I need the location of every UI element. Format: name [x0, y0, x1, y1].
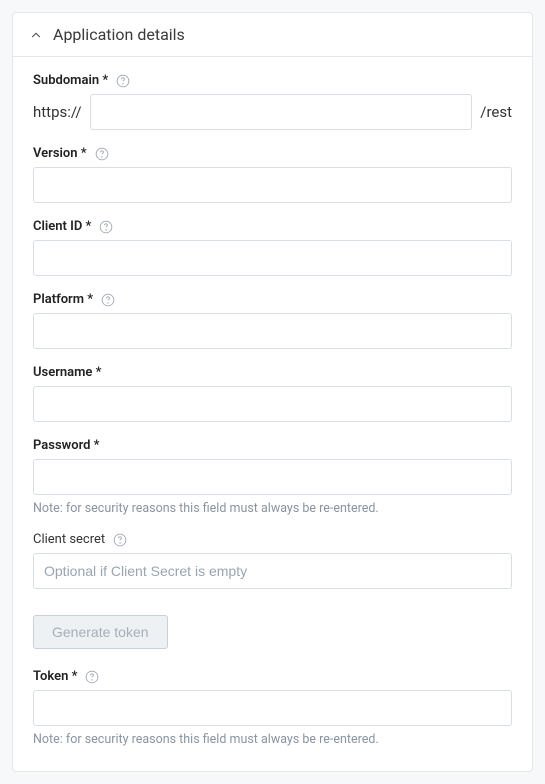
client-id-field: Client ID *	[33, 219, 512, 276]
client-id-input[interactable]	[33, 240, 512, 276]
chevron-up-icon	[29, 28, 43, 42]
help-icon[interactable]	[85, 670, 99, 684]
platform-label: Platform *	[33, 292, 93, 307]
subdomain-suffix: /rest	[480, 103, 512, 121]
subdomain-prefix: https://	[33, 103, 82, 121]
username-field: Username *	[33, 365, 512, 422]
client-secret-input[interactable]	[33, 553, 512, 589]
platform-input[interactable]	[33, 313, 512, 349]
token-field: Token * Note: for security reasons this …	[33, 669, 512, 747]
password-field: Password * Note: for security reasons th…	[33, 438, 512, 516]
help-icon[interactable]	[113, 533, 127, 547]
help-icon[interactable]	[101, 293, 115, 307]
help-icon[interactable]	[116, 74, 130, 88]
token-input[interactable]	[33, 690, 512, 726]
client-secret-label: Client secret	[33, 532, 105, 547]
help-icon[interactable]	[99, 220, 113, 234]
password-input[interactable]	[33, 459, 512, 495]
help-icon[interactable]	[95, 147, 109, 161]
subdomain-label: Subdomain *	[33, 73, 108, 88]
client-secret-field: Client secret	[33, 532, 512, 589]
subdomain-input[interactable]	[90, 94, 473, 130]
version-label: Version *	[33, 146, 87, 161]
token-label: Token *	[33, 669, 77, 684]
panel-title: Application details	[53, 25, 185, 44]
version-input[interactable]	[33, 167, 512, 203]
token-note: Note: for security reasons this field mu…	[33, 732, 512, 747]
client-id-label: Client ID *	[33, 219, 91, 234]
application-details-panel: Application details Subdomain * https://…	[12, 12, 533, 772]
password-label: Password *	[33, 438, 100, 453]
password-note: Note: for security reasons this field mu…	[33, 501, 512, 516]
username-input[interactable]	[33, 386, 512, 422]
version-field: Version *	[33, 146, 512, 203]
username-label: Username *	[33, 365, 102, 380]
platform-field: Platform *	[33, 292, 512, 349]
panel-header[interactable]: Application details	[13, 13, 532, 57]
panel-body: Subdomain * https:// /rest Version *	[13, 57, 532, 771]
generate-token-button[interactable]: Generate token	[33, 615, 168, 649]
subdomain-field: Subdomain * https:// /rest	[33, 73, 512, 130]
